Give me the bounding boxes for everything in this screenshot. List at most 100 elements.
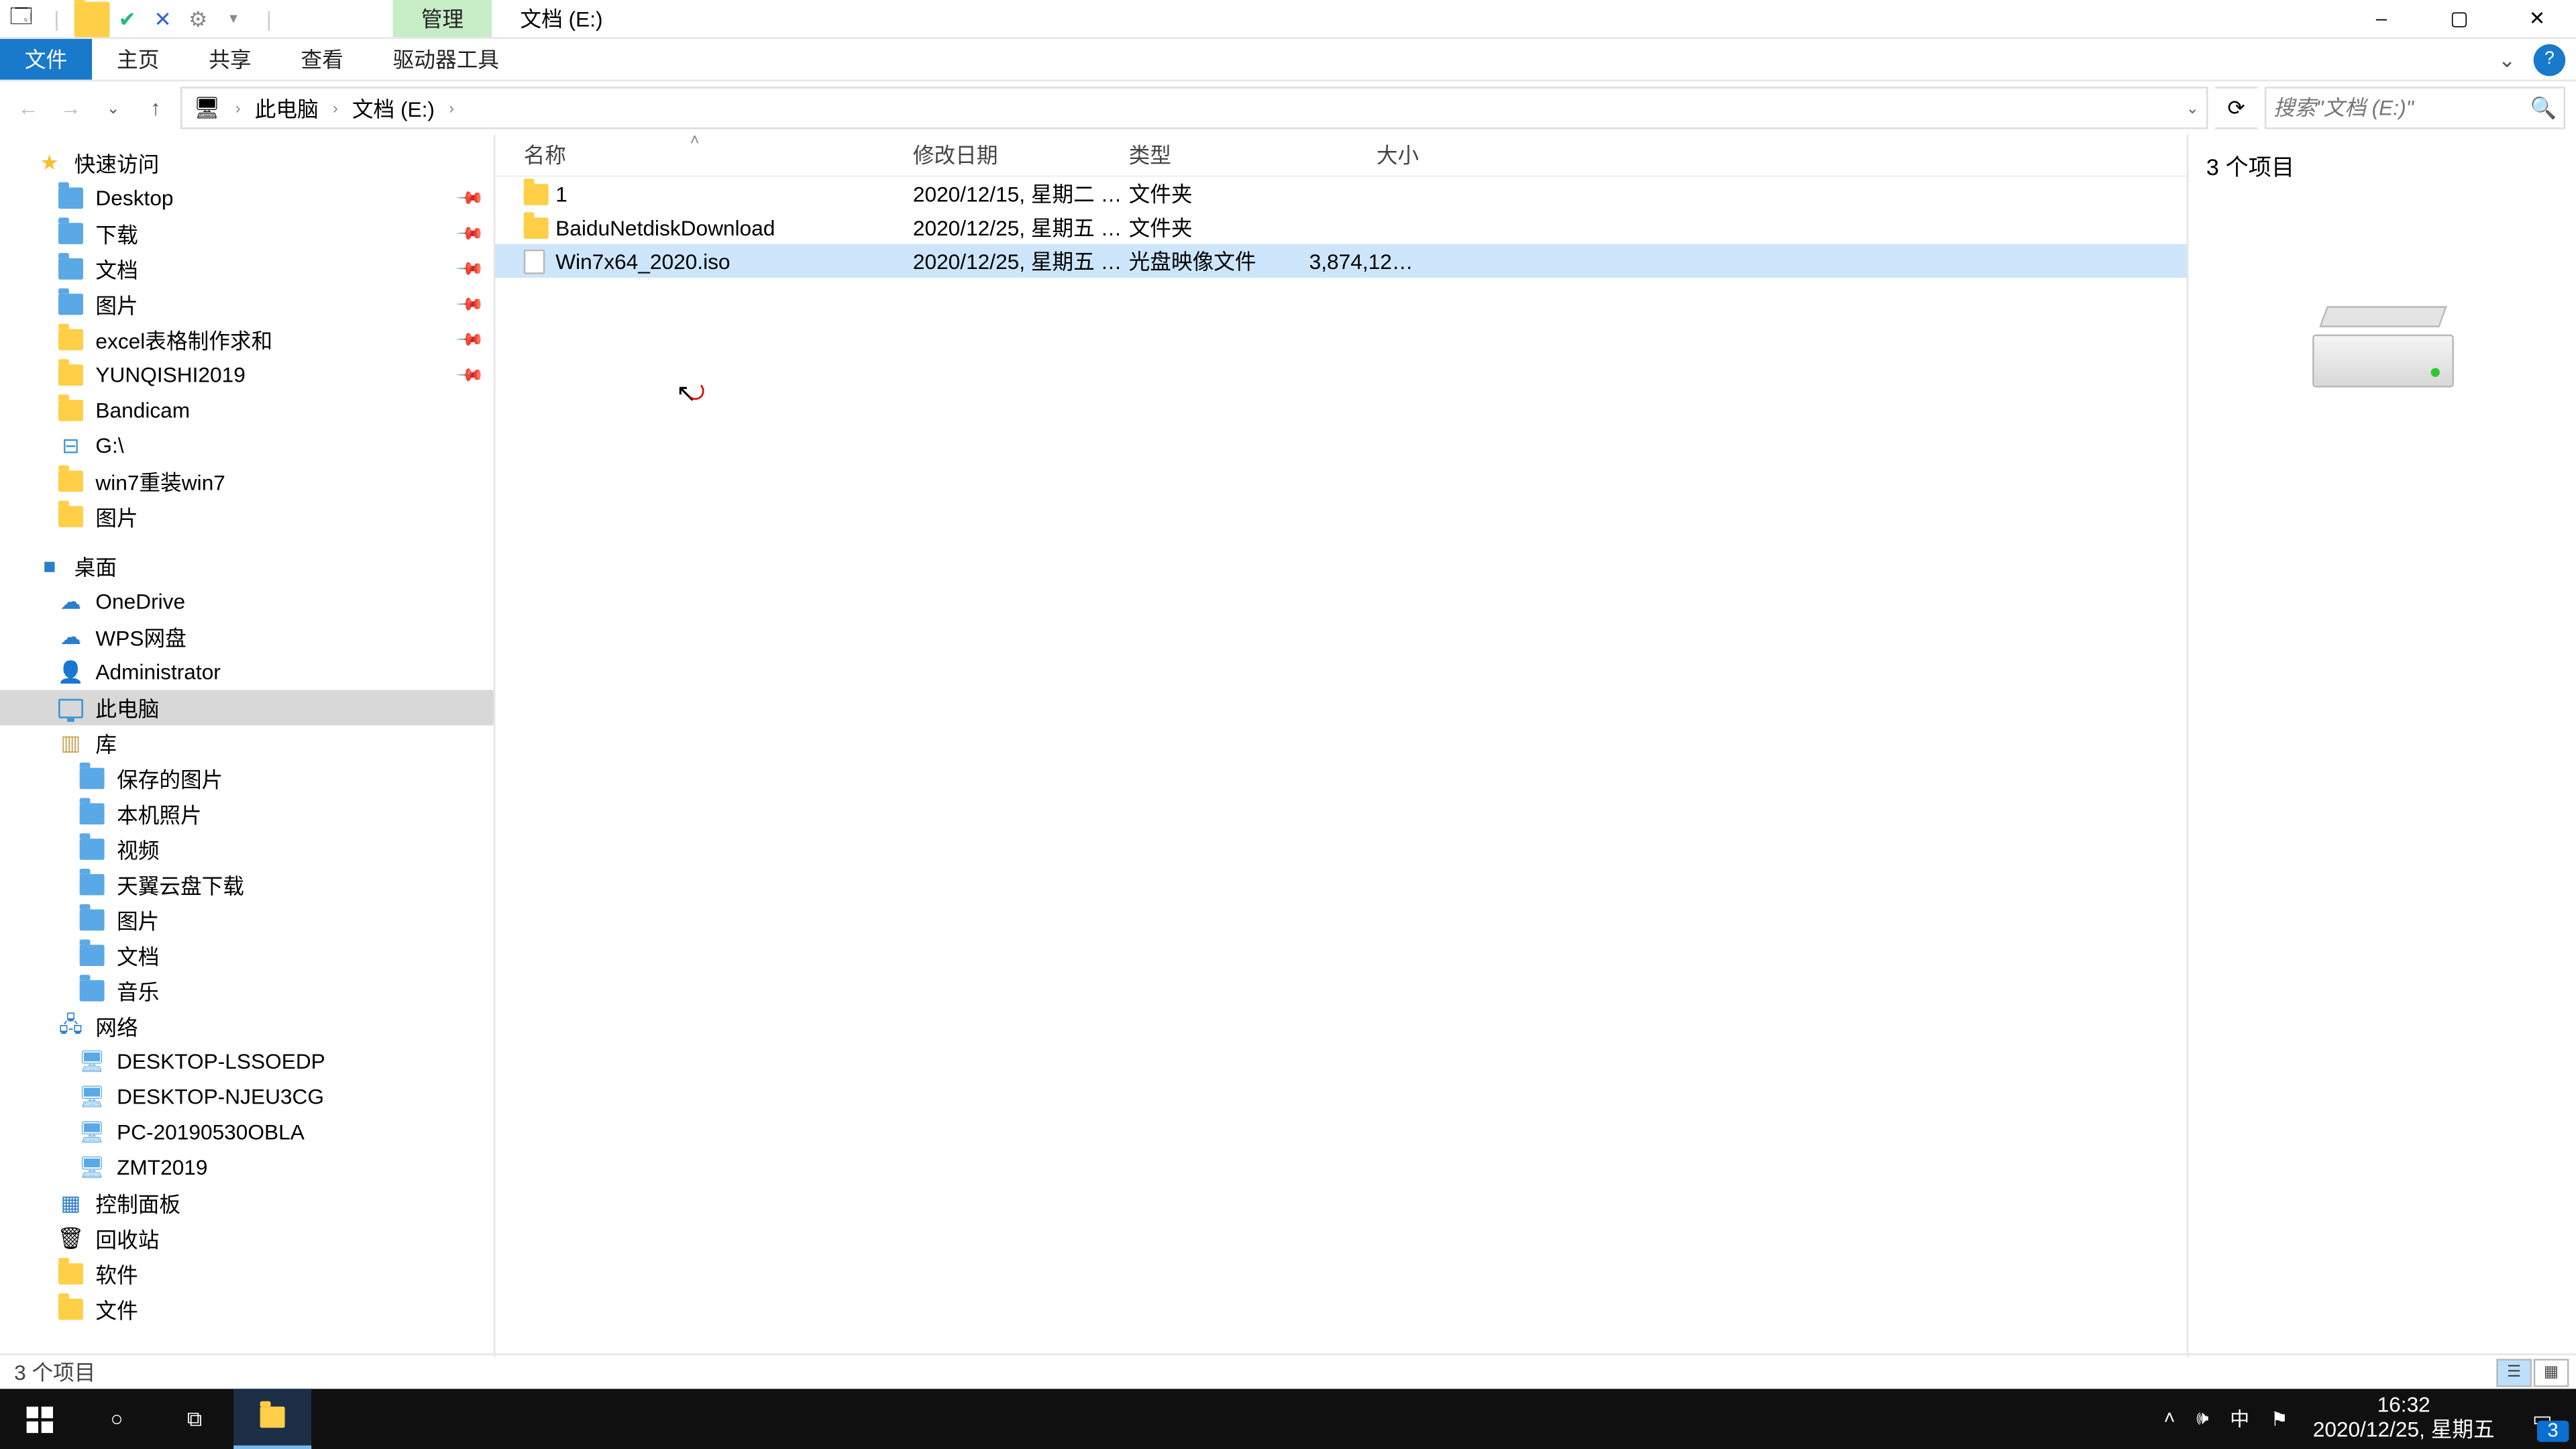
breadcrumb-drive[interactable]: 文档 (E:) — [349, 93, 439, 123]
file-size: 3,874,126... — [1309, 249, 1419, 274]
action-center-button[interactable]: ▭3 — [2509, 1389, 2576, 1449]
tree-item[interactable]: 图片 — [0, 902, 494, 938]
tree-item[interactable]: 下载📌 — [0, 216, 494, 252]
tree-item-label: Bandicam — [95, 398, 190, 423]
file-row[interactable]: BaiduNetdiskDownload2020/12/25, 星期五 1...… — [495, 211, 2186, 244]
tab-home[interactable]: 主页 — [92, 39, 184, 80]
close-button[interactable]: ✕ — [2498, 0, 2576, 37]
help-icon[interactable]: ? — [2534, 44, 2565, 75]
tree-item[interactable]: ▦控制面板 — [0, 1185, 494, 1221]
tree-item-icon: ☁ — [56, 588, 85, 616]
tree-item-icon: ☁ — [56, 623, 85, 651]
tree-item[interactable]: 🗑回收站 — [0, 1221, 494, 1256]
taskbar-clock[interactable]: 16:32 2020/12/25, 星期五 — [2299, 1395, 2509, 1444]
search-box[interactable]: 🔍 — [2265, 87, 2565, 129]
qat-folder-icon[interactable] — [74, 1, 110, 36]
back-button[interactable]: ← — [11, 89, 46, 127]
qat-settings-icon[interactable]: ⚙ — [180, 1, 216, 36]
breadcrumb-dropdown-icon[interactable]: ⌄ — [2186, 98, 2199, 117]
column-header-date[interactable]: 修改日期 — [913, 140, 1129, 170]
taskbar-search-button[interactable]: ○ — [78, 1389, 156, 1449]
tray-security-icon[interactable]: ⚑ — [2260, 1407, 2299, 1430]
tree-item[interactable]: 音乐 — [0, 973, 494, 1009]
qat-close-icon[interactable]: ✕ — [145, 1, 180, 36]
tree-item[interactable]: 文档 — [0, 938, 494, 973]
file-name: BaiduNetdiskDownload — [555, 215, 913, 239]
column-header-name[interactable]: 名称 — [524, 140, 913, 170]
tree-item[interactable]: YUNQISHI2019📌 — [0, 358, 494, 393]
pin-icon: 📌 — [453, 254, 483, 284]
recent-locations-button[interactable]: ⌄ — [95, 89, 131, 127]
breadcrumb-this-pc[interactable]: 此电脑 — [252, 93, 323, 123]
search-icon[interactable]: 🔍 — [2530, 95, 2557, 120]
tree-item[interactable]: 此电脑 — [0, 690, 494, 726]
view-large-icons-button[interactable]: ▦ — [2534, 1358, 2569, 1386]
search-input[interactable] — [2273, 95, 2557, 120]
ribbon-expand-icon[interactable]: ⌄ — [2491, 44, 2522, 75]
taskbar[interactable]: ○ ⧉ ˄ 🕪 中 ⚑ 16:32 2020/12/25, 星期五 ▭3 — [0, 1389, 2576, 1449]
maximize-button[interactable]: ▢ — [2420, 0, 2498, 37]
tree-item-icon: 🗑 — [56, 1224, 85, 1252]
breadcrumb-sep-icon[interactable]: › — [445, 99, 458, 117]
tree-item[interactable]: ★快速访问 — [0, 145, 494, 180]
forward-button[interactable]: → — [53, 89, 89, 127]
title-bar: 🗔 | ✔ ✕ ⚙ ▾ | 管理 文档 (E:) – ▢ ✕ — [0, 0, 2576, 39]
tree-item[interactable]: 软件 — [0, 1256, 494, 1292]
tree-item[interactable]: 图片 — [0, 499, 494, 535]
breadcrumb-sep-icon[interactable]: › — [231, 99, 244, 117]
tree-item[interactable]: 👤Administrator — [0, 655, 494, 690]
tree-item[interactable]: 🖥DESKTOP-LSSOEDP — [0, 1044, 494, 1079]
tab-file[interactable]: 文件 — [0, 39, 92, 80]
tray-ime-indicator[interactable]: 中 — [2219, 1405, 2260, 1433]
tree-item[interactable]: 视频 — [0, 832, 494, 867]
column-header-type[interactable]: 类型 — [1129, 140, 1309, 170]
file-list[interactable]: ˄ 名称 修改日期 类型 大小 12020/12/15, 星期二 1...文件夹… — [495, 134, 2186, 1356]
start-button[interactable] — [0, 1389, 78, 1449]
tree-item[interactable]: 保存的图片 — [0, 761, 494, 796]
contextual-tab-manage[interactable]: 管理 — [392, 0, 492, 37]
tab-view[interactable]: 查看 — [276, 39, 368, 80]
tree-item[interactable]: 🖥ZMT2019 — [0, 1150, 494, 1185]
tab-share[interactable]: 共享 — [184, 39, 276, 80]
navigation-pane[interactable]: ★快速访问Desktop📌下载📌文档📌图片📌excel表格制作求和📌YUNQIS… — [0, 134, 495, 1356]
tree-item[interactable]: ☁WPS网盘 — [0, 619, 494, 655]
tray-overflow-icon[interactable]: ˄ — [2153, 1408, 2186, 1430]
qat-check-icon[interactable]: ✔ — [110, 1, 146, 36]
tree-item-label: 图片 — [95, 502, 138, 532]
tree-item[interactable]: 天翼云盘下载 — [0, 867, 494, 902]
taskbar-file-explorer[interactable] — [233, 1389, 311, 1449]
tree-item[interactable]: ▥库 — [0, 725, 494, 761]
tree-item-label: 音乐 — [117, 976, 159, 1006]
file-list-pane: ˄ 名称 修改日期 类型 大小 12020/12/15, 星期二 1...文件夹… — [495, 134, 2186, 1356]
tree-item-icon — [56, 1260, 85, 1288]
tree-item[interactable]: ☁ OneDrive — [0, 584, 494, 619]
breadcrumb[interactable]: 🖥 › 此电脑 › 文档 (E:) › ⌄ — [180, 87, 2208, 129]
tree-item[interactable]: ⊟G:\ — [0, 428, 494, 464]
minimize-button[interactable]: – — [2343, 0, 2420, 37]
file-name: 1 — [555, 181, 913, 206]
task-view-button[interactable]: ⧉ — [156, 1389, 233, 1449]
tree-item[interactable]: 文档📌 — [0, 252, 494, 287]
column-header-size[interactable]: 大小 — [1309, 140, 1419, 170]
file-row[interactable]: Win7x64_2020.iso2020/12/25, 星期五 1...光盘映像… — [495, 244, 2186, 278]
tree-item[interactable]: excel表格制作求和📌 — [0, 322, 494, 358]
tab-drive-tools[interactable]: 驱动器工具 — [368, 39, 524, 80]
tree-item[interactable]: 图片📌 — [0, 286, 494, 322]
tray-volume-icon[interactable]: 🕪 — [2186, 1407, 2219, 1430]
tree-item[interactable]: 🖧网络 — [0, 1008, 494, 1044]
tree-item-label: OneDrive — [95, 589, 185, 614]
refresh-button[interactable]: ⟳ — [2215, 87, 2257, 129]
tree-item[interactable]: 🖥PC-20190530OBLA — [0, 1115, 494, 1150]
tree-item[interactable]: Bandicam — [0, 392, 494, 428]
tree-item[interactable]: 本机照片 — [0, 796, 494, 832]
tree-item[interactable]: win7重装win7 — [0, 464, 494, 499]
tree-item[interactable]: 文件 — [0, 1291, 494, 1327]
qat-dropdown-icon[interactable]: ▾ — [216, 1, 252, 36]
view-details-button[interactable]: ☰ — [2496, 1358, 2532, 1386]
up-button[interactable]: ↑ — [138, 89, 174, 127]
breadcrumb-sep-icon[interactable]: › — [329, 99, 341, 117]
tree-item[interactable]: Desktop📌 — [0, 180, 494, 216]
tree-item[interactable]: ■桌面 — [0, 549, 494, 584]
file-row[interactable]: 12020/12/15, 星期二 1...文件夹 — [495, 177, 2186, 211]
tree-item[interactable]: 🖥DESKTOP-NJEU3CG — [0, 1079, 494, 1115]
